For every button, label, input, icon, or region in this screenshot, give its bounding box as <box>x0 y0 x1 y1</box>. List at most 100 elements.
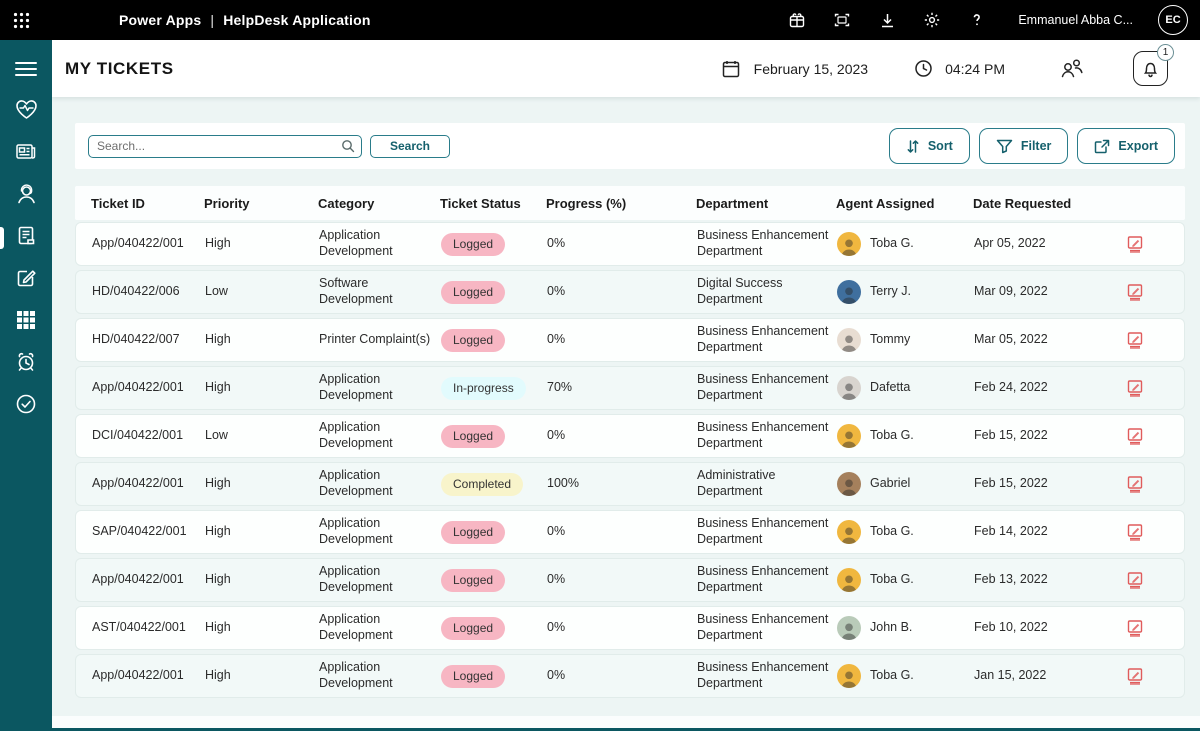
sidebar-item-compose[interactable] <box>0 259 52 301</box>
edit-icon[interactable] <box>1126 331 1144 350</box>
support-agent-icon <box>15 183 38 210</box>
cell-date: Mar 05, 2022 <box>966 332 1086 348</box>
edit-icon[interactable] <box>1126 523 1144 542</box>
cell-action <box>1086 283 1184 302</box>
status-pill: Logged <box>441 521 505 544</box>
person-silhouette-icon <box>838 428 860 448</box>
cell-action <box>1086 331 1184 350</box>
sidebar-item-apps[interactable] <box>0 301 52 343</box>
waffle-icon[interactable] <box>11 10 31 30</box>
edit-icon[interactable] <box>1126 235 1144 254</box>
cell-ticket-id: HD/040422/006 <box>84 284 197 300</box>
sidebar-item-support[interactable] <box>0 175 52 217</box>
edit-icon[interactable] <box>1126 427 1144 446</box>
cell-date: Jan 15, 2022 <box>966 668 1086 684</box>
sort-label: Sort <box>928 139 953 153</box>
search-icon <box>341 139 355 158</box>
cell-agent: Toba G. <box>829 232 966 256</box>
sidebar-item-approvals[interactable] <box>0 385 52 427</box>
user-name[interactable]: Emmanuel Abba C... <box>1018 13 1133 27</box>
cell-category: Software Development <box>311 276 433 307</box>
cell-status: Logged <box>433 425 539 448</box>
search-button[interactable]: Search <box>370 135 450 158</box>
cell-agent: Gabriel <box>829 472 966 496</box>
cell-department: Business Enhancement Department <box>689 420 829 451</box>
table-rows: App/040422/001 High Application Developm… <box>75 222 1185 702</box>
edit-icon[interactable] <box>1126 571 1144 590</box>
cell-ticket-id: DCI/040422/001 <box>84 428 197 444</box>
clock-icon <box>914 59 933 78</box>
table-row: App/040422/001 High Application Developm… <box>75 558 1185 602</box>
person-silhouette-icon <box>838 236 860 256</box>
cell-ticket-id: SAP/040422/001 <box>84 524 197 540</box>
teams-icon[interactable] <box>787 10 807 30</box>
status-pill: Logged <box>441 329 505 352</box>
apps-grid-icon <box>16 310 36 335</box>
search-wrap <box>88 135 362 158</box>
download-icon[interactable] <box>877 10 897 30</box>
cell-status: Logged <box>433 569 539 592</box>
cell-date: Feb 15, 2022 <box>966 428 1086 444</box>
sort-button[interactable]: Sort <box>889 128 970 164</box>
edit-icon[interactable] <box>1126 475 1144 494</box>
edit-icon[interactable] <box>1126 379 1144 398</box>
user-avatar[interactable]: EC <box>1158 5 1188 35</box>
cell-agent: Toba G. <box>829 664 966 688</box>
cell-department: Business Enhancement Department <box>689 228 829 259</box>
table-header-row: Ticket IDPriorityCategoryTicket StatusPr… <box>75 186 1185 220</box>
person-silhouette-icon <box>838 476 860 496</box>
cell-department: Administrative Department <box>689 468 829 499</box>
app-subtitle: HelpDesk Application <box>223 12 370 28</box>
cell-department: Digital Success Department <box>689 276 829 307</box>
cell-action <box>1086 619 1184 638</box>
sidebar-item-news[interactable] <box>0 133 52 175</box>
cell-status: Logged <box>433 665 539 688</box>
cell-category: Application Development <box>311 564 433 595</box>
title-separator: | <box>210 12 214 28</box>
cell-category: Application Development <box>311 612 433 643</box>
app-title-group: Power Apps | HelpDesk Application <box>119 12 371 28</box>
search-input[interactable] <box>88 135 362 158</box>
cell-priority: Low <box>197 284 311 300</box>
sidebar-nav <box>0 40 52 731</box>
agent-name: Tommy <box>870 332 910 348</box>
cell-category: Application Development <box>311 228 433 259</box>
status-pill: In-progress <box>441 377 526 400</box>
notifications-button[interactable]: 1 <box>1133 51 1168 86</box>
people-icon[interactable] <box>1059 58 1085 79</box>
table-row: DCI/040422/001 Low Application Developme… <box>75 414 1185 458</box>
status-pill: Logged <box>441 665 505 688</box>
cell-category: Application Development <box>311 468 433 499</box>
cell-priority: High <box>197 572 311 588</box>
cell-action <box>1086 235 1184 254</box>
sidebar-item-tickets[interactable] <box>0 217 52 259</box>
settings-icon[interactable] <box>922 10 942 30</box>
edit-icon[interactable] <box>1126 283 1144 302</box>
avatar <box>837 376 861 400</box>
cell-agent: John B. <box>829 616 966 640</box>
person-silhouette-icon <box>838 380 860 400</box>
cell-progress: 0% <box>539 572 689 588</box>
edit-icon[interactable] <box>1126 619 1144 638</box>
export-icon <box>1094 139 1110 154</box>
agent-name: Dafetta <box>870 380 910 396</box>
sort-icon <box>906 139 920 154</box>
cell-ticket-id: App/040422/001 <box>84 236 197 252</box>
sidebar-item-reminders[interactable] <box>0 343 52 385</box>
frame-icon[interactable] <box>832 10 852 30</box>
cell-action <box>1086 523 1184 542</box>
cell-category: Application Development <box>311 660 433 691</box>
cell-progress: 0% <box>539 620 689 636</box>
help-icon[interactable] <box>967 10 987 30</box>
export-button[interactable]: Export <box>1077 128 1175 164</box>
cell-priority: High <box>197 668 311 684</box>
table-row: HD/040422/006 Low Software Development L… <box>75 270 1185 314</box>
filter-button[interactable]: Filter <box>979 128 1069 164</box>
cell-progress: 70% <box>539 380 689 396</box>
cell-priority: Low <box>197 428 311 444</box>
current-time: 04:24 PM <box>945 61 1005 77</box>
sidebar-item-health[interactable] <box>0 91 52 133</box>
menu-icon[interactable] <box>0 58 52 80</box>
cell-status: Logged <box>433 281 539 304</box>
edit-icon[interactable] <box>1126 667 1144 686</box>
